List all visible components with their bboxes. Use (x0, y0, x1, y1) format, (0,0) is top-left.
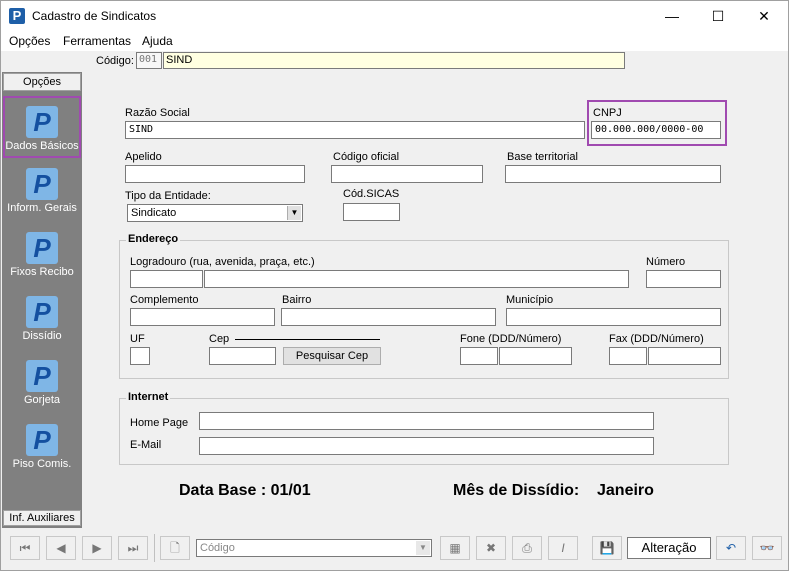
cnpj-label: CNPJ (593, 107, 622, 119)
menu-opcoes[interactable]: Opções (9, 34, 50, 48)
internet-title: Internet (126, 391, 171, 403)
complemento-label: Complemento (130, 294, 199, 306)
undo-icon[interactable]: ↶ (716, 536, 746, 560)
cep-divider (235, 339, 380, 340)
cnpj-field[interactable]: 00.000.000/0000-00 (591, 121, 721, 139)
window-title: Cadastro de Sindicatos (32, 9, 157, 23)
mes-dissidio-value: Janeiro (597, 482, 654, 499)
sidebar-item-dados-basicos[interactable]: P Dados Básicos (3, 96, 81, 158)
code-name-field[interactable]: SIND (163, 52, 625, 69)
print-icon[interactable]: ⎙ (512, 536, 542, 560)
p-icon: P (26, 296, 58, 328)
sidebar-item-inform-gerais[interactable]: P Inform. Gerais (3, 160, 81, 222)
p-icon: P (26, 106, 58, 138)
sidebar-item-fixos-recibo[interactable]: P Fixos Recibo (3, 224, 81, 286)
sidebar-item-label: Piso Comis. (12, 458, 72, 470)
minimize-button[interactable]: — (649, 1, 695, 31)
binoculars-icon[interactable]: 👓 (752, 536, 782, 560)
pesquisar-cep-button[interactable]: Pesquisar Cep (283, 347, 381, 365)
chevron-down-icon[interactable]: ▼ (416, 541, 430, 555)
tipo-entidade-value: Sindicato (131, 207, 177, 219)
sidebar-item-label: Inform. Gerais (7, 202, 77, 214)
fone-numero-field[interactable] (499, 347, 572, 365)
p-icon: P (26, 360, 58, 392)
cod-sicas-label: Cód.SICAS (343, 188, 400, 200)
sidebar-item-piso-comis[interactable]: P Piso Comis. (3, 416, 81, 478)
search-code-combo[interactable]: Código ▼ (196, 539, 432, 557)
mes-dissidio-label: Mês de Dissídio: (453, 482, 580, 499)
sidebar-item-label: Dissídio (22, 330, 62, 342)
cep-label: Cep (209, 333, 230, 345)
save-icon[interactable]: 💾 (592, 536, 622, 560)
numero-label: Número (646, 256, 686, 268)
email-field[interactable] (199, 437, 654, 455)
app-p-icon: P (9, 8, 25, 24)
sidebar-item-gorjeta[interactable]: P Gorjeta (3, 352, 81, 414)
menu-ferramentas[interactable]: Ferramentas (63, 34, 131, 48)
p-icon: P (26, 424, 58, 456)
codigo-oficial-field[interactable] (331, 165, 483, 183)
p-icon: P (26, 168, 58, 200)
complemento-field[interactable] (130, 308, 275, 326)
logradouro-field[interactable] (204, 270, 629, 288)
uf-label: UF (130, 333, 145, 345)
mode-indicator: Alteração (627, 537, 711, 559)
endereco-title: Endereço (126, 233, 181, 245)
home-page-field[interactable] (199, 412, 654, 430)
apelido-field[interactable] (125, 165, 305, 183)
tipo-entidade-select[interactable]: Sindicato ▼ (127, 204, 303, 222)
fone-label: Fone (DDD/Número) (460, 333, 562, 345)
uf-field[interactable] (130, 347, 150, 365)
fax-label: Fax (DDD/Número) (609, 333, 704, 345)
sidebar-header[interactable]: Opções (3, 73, 81, 91)
codigo-oficial-label: Código oficial (333, 151, 400, 163)
search-code-placeholder: Código (200, 542, 235, 554)
numero-field[interactable] (646, 270, 721, 288)
last-record-icon[interactable]: ⏭ (118, 536, 148, 560)
first-record-icon[interactable]: ⏮ (10, 536, 40, 560)
logradouro-tipo-field[interactable] (130, 270, 203, 288)
code-number-field[interactable]: 001 (136, 52, 162, 69)
code-label: Código: (96, 55, 134, 67)
fone-ddd-field[interactable] (460, 347, 498, 365)
close-button[interactable]: ✕ (741, 1, 787, 31)
p-icon: P (26, 232, 58, 264)
home-page-label: Home Page (130, 417, 189, 429)
new-document-icon[interactable]: 🗋 (160, 536, 190, 560)
fax-ddd-field[interactable] (609, 347, 647, 365)
delete-icon[interactable]: ✖ (476, 536, 506, 560)
razao-social-field[interactable]: SIND (125, 121, 585, 139)
razao-social-label: Razão Social (125, 107, 190, 119)
toolbar-separator (154, 534, 155, 562)
maximize-button[interactable]: ☐ (695, 1, 741, 31)
chevron-down-icon[interactable]: ▼ (287, 206, 301, 220)
next-record-icon[interactable]: ▶ (82, 536, 112, 560)
sidebar-footer[interactable]: Inf. Auxiliares (3, 510, 81, 526)
email-label: E-Mail (130, 439, 162, 451)
sidebar-item-label: Gorjeta (23, 394, 61, 406)
bairro-label: Bairro (282, 294, 312, 306)
sidebar-item-label: Fixos Recibo (10, 266, 74, 278)
base-territorial-label: Base territorial (507, 151, 578, 163)
municipio-label: Município (506, 294, 554, 306)
cod-sicas-field[interactable] (343, 203, 400, 221)
tipo-entidade-label: Tipo da Entidade: (125, 190, 211, 202)
menu-ajuda[interactable]: Ajuda (142, 34, 173, 48)
municipio-field[interactable] (506, 308, 721, 326)
base-territorial-field[interactable] (505, 165, 721, 183)
sidebar-item-label: Dados Básicos (5, 140, 79, 152)
sidebar-item-dissidio[interactable]: P Dissídio (3, 288, 81, 350)
logradouro-label: Logradouro (rua, avenida, praça, etc.) (130, 256, 315, 268)
bairro-field[interactable] (281, 308, 496, 326)
data-base-text: Data Base : 01/01 (179, 482, 311, 499)
italic-edit-icon[interactable]: I (548, 536, 578, 560)
fax-numero-field[interactable] (648, 347, 721, 365)
cep-field[interactable] (209, 347, 276, 365)
previous-record-icon[interactable]: ◀ (46, 536, 76, 560)
apelido-label: Apelido (125, 151, 162, 163)
report-icon[interactable]: ▦ (440, 536, 470, 560)
